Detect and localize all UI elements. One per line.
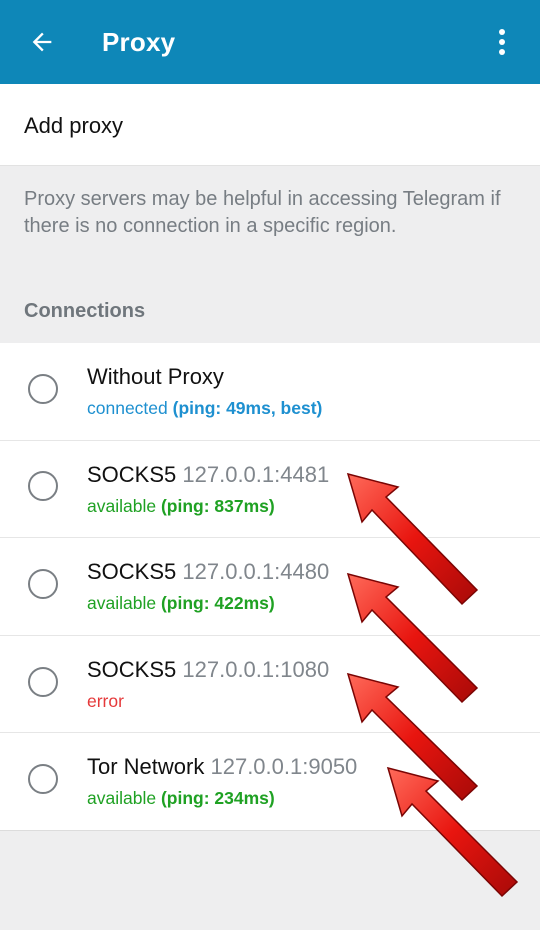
- connection-address: 127.0.0.1:4480: [182, 559, 330, 585]
- add-proxy-button[interactable]: Add proxy: [0, 84, 540, 166]
- connection-address: 127.0.0.1:9050: [210, 754, 358, 780]
- connection-ping: (ping: 837ms): [160, 495, 275, 516]
- connection-ping: (ping: 234ms): [160, 788, 275, 809]
- connection-row[interactable]: SOCKS5 127.0.0.1:4480 available (ping: 42…: [0, 538, 540, 636]
- arrow-left-icon: [32, 32, 52, 52]
- add-proxy-label: Add proxy: [24, 113, 124, 138]
- connection-type: SOCKS5: [87, 461, 177, 487]
- connection-title: SOCKS5 127.0.0.1:4481: [87, 462, 329, 488]
- connection-status: available (ping: 422ms): [87, 593, 275, 614]
- radio-unchecked-icon[interactable]: [28, 471, 58, 502]
- connection-row[interactable]: Without Proxy connected (ping: 49ms, best…: [0, 343, 540, 441]
- connection-address: 127.0.0.1:1080: [182, 656, 330, 682]
- connection-type: SOCKS5: [87, 656, 177, 682]
- connection-type: Without Proxy: [87, 364, 224, 389]
- radio-unchecked-icon[interactable]: [28, 568, 58, 599]
- connection-type: SOCKS5: [87, 559, 177, 585]
- connection-status: error: [87, 691, 124, 712]
- radio-unchecked-icon[interactable]: [28, 764, 58, 795]
- connection-ping: (ping: 49ms, best): [172, 398, 323, 418]
- connection-row[interactable]: SOCKS5 127.0.0.1:4481 available (ping: 83…: [0, 441, 540, 539]
- connection-title: Tor Network 127.0.0.1:9050: [87, 754, 357, 780]
- connection-status-text: available: [87, 788, 161, 809]
- app-bar: Proxy: [0, 0, 540, 84]
- connection-title: SOCKS5 127.0.0.1:1080: [87, 657, 329, 683]
- more-options-button[interactable]: [478, 18, 526, 66]
- connection-status: available (ping: 837ms): [87, 496, 275, 517]
- connection-title: Without Proxy: [87, 364, 224, 390]
- connection-row[interactable]: Tor Network 127.0.0.1:9050 available (pin…: [0, 733, 540, 831]
- connection-status-text: connected: [87, 398, 173, 418]
- connection-status: connected (ping: 49ms, best): [87, 398, 322, 419]
- proxy-info-text: Proxy servers may be helpful in accessin…: [24, 188, 501, 237]
- back-button[interactable]: [18, 18, 66, 66]
- connection-status-text: available: [87, 495, 161, 516]
- connection-title: SOCKS5 127.0.0.1:4480: [87, 559, 329, 585]
- connection-ping: (ping: 422ms): [160, 593, 275, 614]
- connections-list: Without Proxy connected (ping: 49ms, best…: [0, 343, 540, 831]
- connection-status-text: available: [87, 593, 161, 614]
- page-title: Proxy: [102, 27, 176, 57]
- connections-header: Connections: [24, 300, 146, 322]
- connection-type: Tor Network: [87, 754, 205, 780]
- connection-address: 127.0.0.1:4481: [182, 461, 330, 487]
- more-vertical-icon: [499, 29, 505, 55]
- radio-unchecked-icon[interactable]: [28, 666, 58, 697]
- radio-checked-icon[interactable]: [28, 373, 58, 404]
- connection-status-text: error: [87, 690, 124, 711]
- connection-row[interactable]: SOCKS5 127.0.0.1:1080 error: [0, 636, 540, 734]
- connection-status: available (ping: 234ms): [87, 788, 275, 809]
